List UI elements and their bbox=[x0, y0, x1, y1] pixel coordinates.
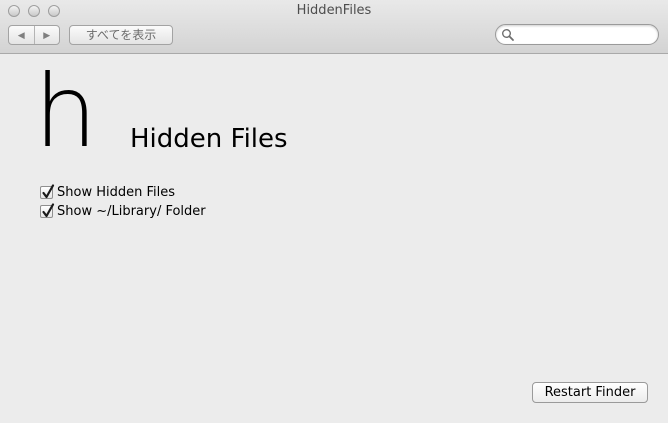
show-hidden-files-checkbox[interactable] bbox=[40, 184, 55, 199]
navigation-buttons: ◀ ▶ bbox=[8, 25, 60, 45]
search-field[interactable] bbox=[495, 24, 659, 45]
window-title: HiddenFiles bbox=[296, 3, 372, 18]
app-logo: h bbox=[34, 53, 98, 170]
toolbar: HiddenFiles ◀ ▶ すべてを表示 bbox=[0, 0, 668, 54]
show-library-folder-checkbox[interactable] bbox=[40, 203, 55, 218]
show-all-button[interactable]: すべてを表示 bbox=[69, 25, 173, 45]
forward-arrow-icon: ▶ bbox=[43, 29, 51, 40]
show-library-folder-label: Show ~/Library/ Folder bbox=[57, 204, 206, 219]
back-arrow-icon: ◀ bbox=[17, 29, 25, 40]
back-button[interactable]: ◀ bbox=[9, 26, 35, 44]
forward-button[interactable]: ▶ bbox=[35, 26, 60, 44]
show-hidden-files-label: Show Hidden Files bbox=[57, 185, 175, 200]
preferences-window: HiddenFiles ◀ ▶ すべてを表示 h Hidden Files Sh… bbox=[0, 0, 668, 423]
show-hidden-files-option[interactable]: Show Hidden Files bbox=[40, 184, 175, 201]
restart-finder-button[interactable]: Restart Finder bbox=[532, 382, 648, 403]
pane-title: Hidden Files bbox=[130, 124, 288, 154]
search-icon bbox=[502, 29, 514, 41]
checkmark-icon bbox=[42, 184, 55, 199]
search-input[interactable] bbox=[516, 26, 652, 43]
show-library-folder-option[interactable]: Show ~/Library/ Folder bbox=[40, 203, 206, 220]
checkmark-icon bbox=[42, 203, 55, 218]
